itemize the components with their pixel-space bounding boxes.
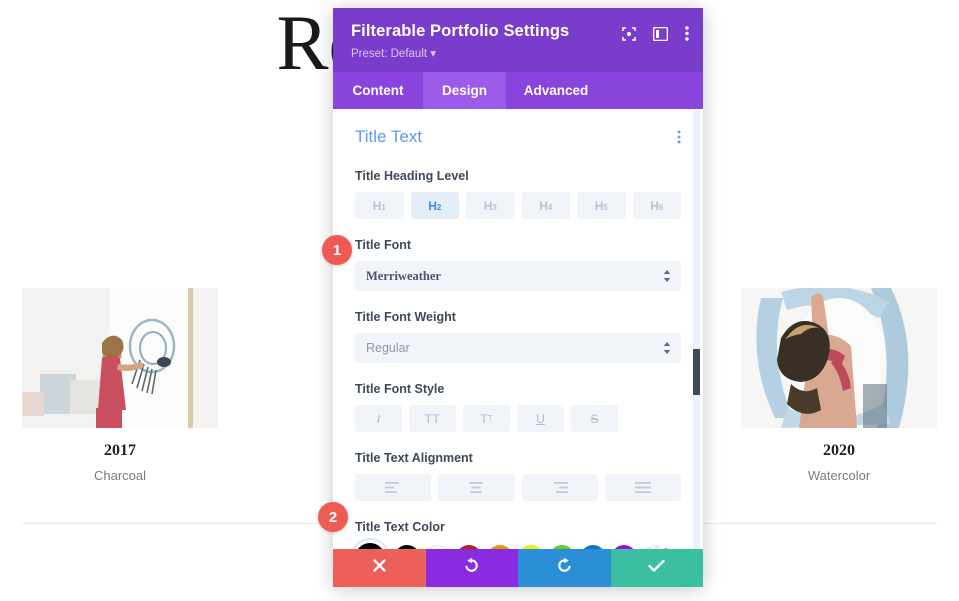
title-text-color-picker[interactable] (355, 543, 385, 549)
save-button[interactable] (610, 549, 703, 587)
align-justify-icon[interactable] (604, 474, 681, 501)
modal-preset-label: Preset: Default (351, 48, 428, 60)
portfolio-category: Watercolor (807, 468, 871, 483)
portfolio-item[interactable]: 2017 Charcoal (22, 288, 218, 483)
small-caps-icon[interactable]: TT (463, 405, 510, 432)
title-font-select[interactable]: Merriweather (355, 261, 681, 291)
heading-level-h2[interactable]: H2 (410, 192, 459, 219)
portfolio-year: 2017 (104, 442, 136, 459)
heading-level-h4[interactable]: H4 (521, 192, 570, 219)
uppercase-icon[interactable]: TT (409, 405, 456, 432)
swatch-orange[interactable] (487, 545, 513, 549)
modal-preset-selector[interactable]: Preset: Default ▾ (351, 46, 685, 60)
text-alignment-options (355, 474, 681, 501)
field-title-text-color: Title Text Color (355, 520, 681, 549)
portfolio-item[interactable]: 2020 Watercolor (741, 288, 937, 483)
redo-icon (556, 557, 573, 579)
heading-level-h5[interactable]: H5 (577, 192, 626, 219)
redo-button[interactable] (518, 549, 611, 587)
align-left-icon[interactable] (355, 474, 432, 501)
swatch-black[interactable] (394, 545, 420, 549)
heading-level-h6[interactable]: H6 (632, 192, 681, 219)
field-label: Title Font Weight (355, 310, 456, 324)
modal-tabs: Content Design Advanced (333, 72, 703, 109)
italic-icon[interactable]: I (355, 405, 402, 432)
swatch-transparent[interactable] (642, 545, 668, 549)
field-title-font-style: Title Font Style I TT TT U S (355, 382, 681, 432)
modal-header-icons (622, 26, 689, 41)
portfolio-thumbnail[interactable] (22, 288, 218, 428)
modal-footer-actions (333, 549, 703, 587)
swatch-purple[interactable] (611, 545, 637, 549)
section-title: Title Text (355, 127, 423, 146)
tab-content[interactable]: Content (333, 72, 423, 109)
color-swatch-row (355, 543, 681, 549)
portfolio-category: Charcoal (93, 468, 147, 483)
close-icon (372, 558, 387, 578)
field-title-text-alignment: Title Text Alignment (355, 451, 681, 501)
font-style-options: I TT TT U S (355, 405, 681, 432)
tab-design[interactable]: Design (423, 72, 506, 109)
field-title-font-weight: Title Font Weight Regular (355, 310, 681, 363)
undo-icon (463, 557, 480, 579)
field-label: Title Font (355, 238, 412, 252)
swatch-yellow[interactable] (518, 545, 544, 549)
undo-button[interactable] (425, 549, 518, 587)
swatch-green[interactable] (549, 545, 575, 549)
more-vertical-icon[interactable] (685, 26, 689, 41)
field-label: Title Text Alignment (355, 451, 473, 465)
check-icon (648, 559, 665, 578)
swatch-dark-red[interactable] (456, 545, 482, 549)
swatch-white[interactable] (425, 545, 451, 549)
title-text-section-header: Title Text (355, 127, 681, 147)
field-label: Title Text Color (355, 520, 445, 534)
portfolio-year: 2020 (823, 442, 855, 459)
heading-level-options: H1 H2 H3 H4 H5 H6 (355, 192, 681, 219)
align-center-icon[interactable] (438, 474, 515, 501)
cancel-button[interactable] (333, 549, 426, 587)
modal-body: Title Text Title Heading Level H1 H2 H3 … (333, 109, 703, 549)
heading-level-h1[interactable]: H1 (355, 192, 404, 219)
settings-modal: Filterable Portfolio Settings Preset: De… (333, 8, 703, 587)
focus-icon[interactable] (622, 26, 636, 41)
tab-advanced[interactable]: Advanced (506, 72, 606, 109)
annotation-badge-1: 1 (322, 235, 352, 265)
underline-icon[interactable]: U (517, 405, 564, 432)
scrollbar-thumb[interactable] (693, 349, 700, 395)
align-right-icon[interactable] (521, 474, 598, 501)
title-font-weight-select[interactable]: Regular (355, 333, 681, 363)
portfolio-thumbnail[interactable] (741, 288, 937, 428)
field-title-heading-level: Title Heading Level H1 H2 H3 H4 H5 H6 (355, 169, 681, 219)
annotation-badge-2: 2 (318, 502, 348, 532)
modal-header: Filterable Portfolio Settings Preset: De… (333, 8, 703, 72)
heading-level-h3[interactable]: H3 (466, 192, 515, 219)
eyedropper-icon (363, 548, 378, 549)
strikethrough-icon[interactable]: S (571, 405, 618, 432)
swatch-blue[interactable] (580, 545, 606, 549)
more-vertical-icon[interactable] (677, 130, 681, 144)
field-label: Title Heading Level (355, 169, 469, 183)
field-title-font: Title Font Merriweather (355, 238, 681, 291)
scrollbar-track[interactable] (693, 109, 700, 549)
field-label: Title Font Style (355, 382, 445, 396)
panel-layout-icon[interactable] (652, 26, 669, 41)
